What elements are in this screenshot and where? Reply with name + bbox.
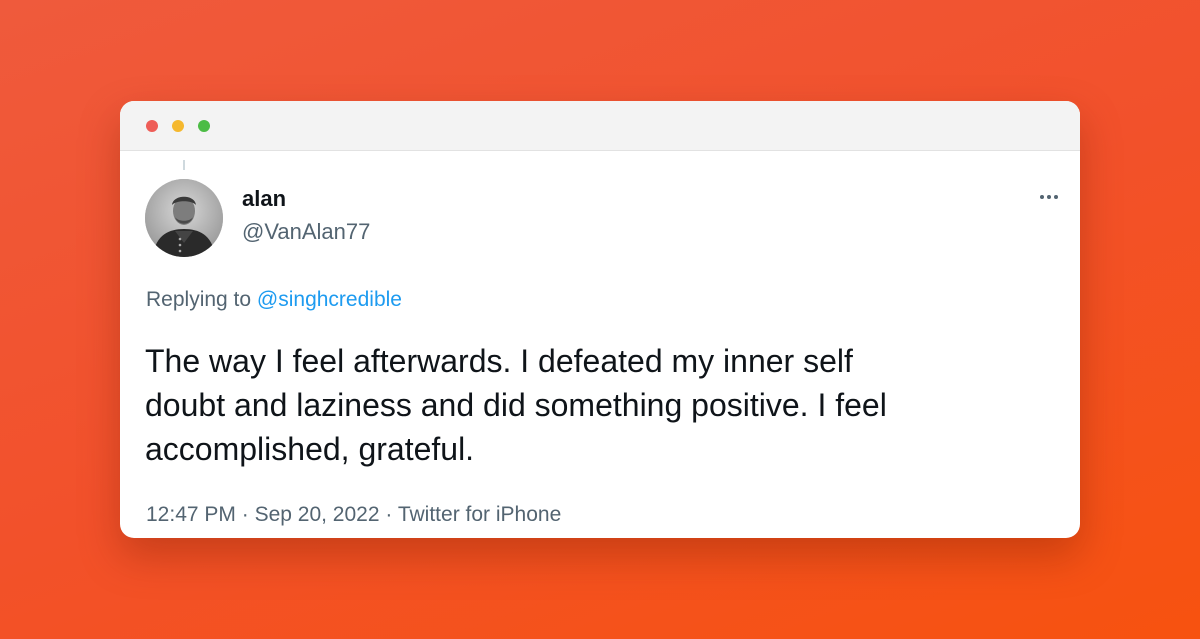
more-options-icon[interactable] [1032, 187, 1066, 207]
display-name[interactable]: alan [242, 186, 286, 212]
close-window-button[interactable] [146, 120, 158, 132]
minimize-window-button[interactable] [172, 120, 184, 132]
user-handle[interactable]: @VanAlan77 [242, 219, 370, 245]
replying-prefix: Replying to [146, 288, 252, 311]
tweet-time[interactable]: 12:47 PM [146, 503, 236, 526]
tweet-text: The way I feel afterwards. I defeated my… [145, 343, 887, 467]
tweet-date[interactable]: Sep 20, 2022 [255, 503, 380, 526]
avatar-portrait-icon [145, 179, 223, 257]
avatar[interactable] [145, 179, 223, 257]
meta-separator: · [385, 503, 393, 526]
thread-connector-line [183, 160, 185, 170]
window-titlebar [120, 101, 1080, 151]
meta-separator: · [241, 503, 249, 526]
tweet-source[interactable]: Twitter for iPhone [398, 503, 561, 526]
replying-to-line: Replying to @singhcredible [146, 288, 402, 312]
maximize-window-button[interactable] [198, 120, 210, 132]
tweet-window: alan @VanAlan77 Replying to @singhcredib… [120, 101, 1080, 538]
reply-mention-link[interactable]: @singhcredible [257, 288, 402, 311]
tweet-metadata: 12:47 PM · Sep 20, 2022 · Twitter for iP… [146, 503, 561, 527]
